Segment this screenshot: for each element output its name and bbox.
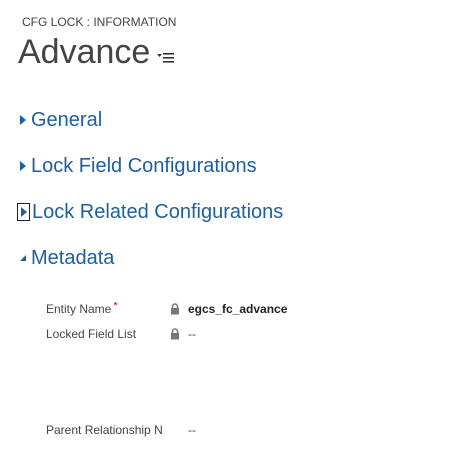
entity-type-label: CFG LOCK : INFORMATION: [22, 15, 177, 29]
title-row: Advance: [18, 31, 176, 73]
field-parent-relationship: Parent Relationship N --: [46, 423, 196, 437]
form-page: CFG LOCK : INFORMATION Advance General L…: [0, 0, 453, 472]
section-metadata-label: Metadata: [31, 247, 115, 269]
section-general[interactable]: General: [18, 107, 102, 133]
expand-arrow-icon: [17, 203, 30, 221]
field-entity-name: Entity Name * egcs_fc_advance: [46, 302, 287, 316]
record-title: Advance: [18, 33, 151, 71]
field-label: Entity Name *: [46, 302, 170, 316]
section-metadata[interactable]: Metadata: [18, 245, 114, 271]
parent-relationship-value[interactable]: --: [188, 423, 196, 437]
expand-arrow-icon: [18, 159, 28, 173]
entity-name-value[interactable]: egcs_fc_advance: [188, 302, 287, 316]
lock-icon: [171, 303, 179, 315]
section-lock-related-configurations-label: Lock Related Configurations: [32, 201, 284, 223]
section-lock-field-configurations-label: Lock Field Configurations: [31, 155, 257, 177]
lock-icon: [171, 328, 179, 340]
section-lock-field-configurations[interactable]: Lock Field Configurations: [18, 153, 257, 179]
required-marker: *: [113, 302, 118, 312]
section-general-label: General: [31, 109, 103, 131]
locked-field-list-label: Locked Field List: [46, 327, 137, 341]
collapse-arrow-icon: [18, 251, 28, 265]
entity-name-label: Entity Name: [46, 302, 112, 316]
locked-field-list-value[interactable]: --: [188, 327, 196, 341]
section-lock-related-configurations[interactable]: Lock Related Configurations: [17, 199, 284, 225]
expand-arrow-icon: [18, 113, 28, 127]
field-locked-field-list: Locked Field List --: [46, 327, 196, 341]
form-selector-icon[interactable]: [156, 49, 176, 65]
parent-relationship-label: Parent Relationship N: [46, 423, 163, 437]
